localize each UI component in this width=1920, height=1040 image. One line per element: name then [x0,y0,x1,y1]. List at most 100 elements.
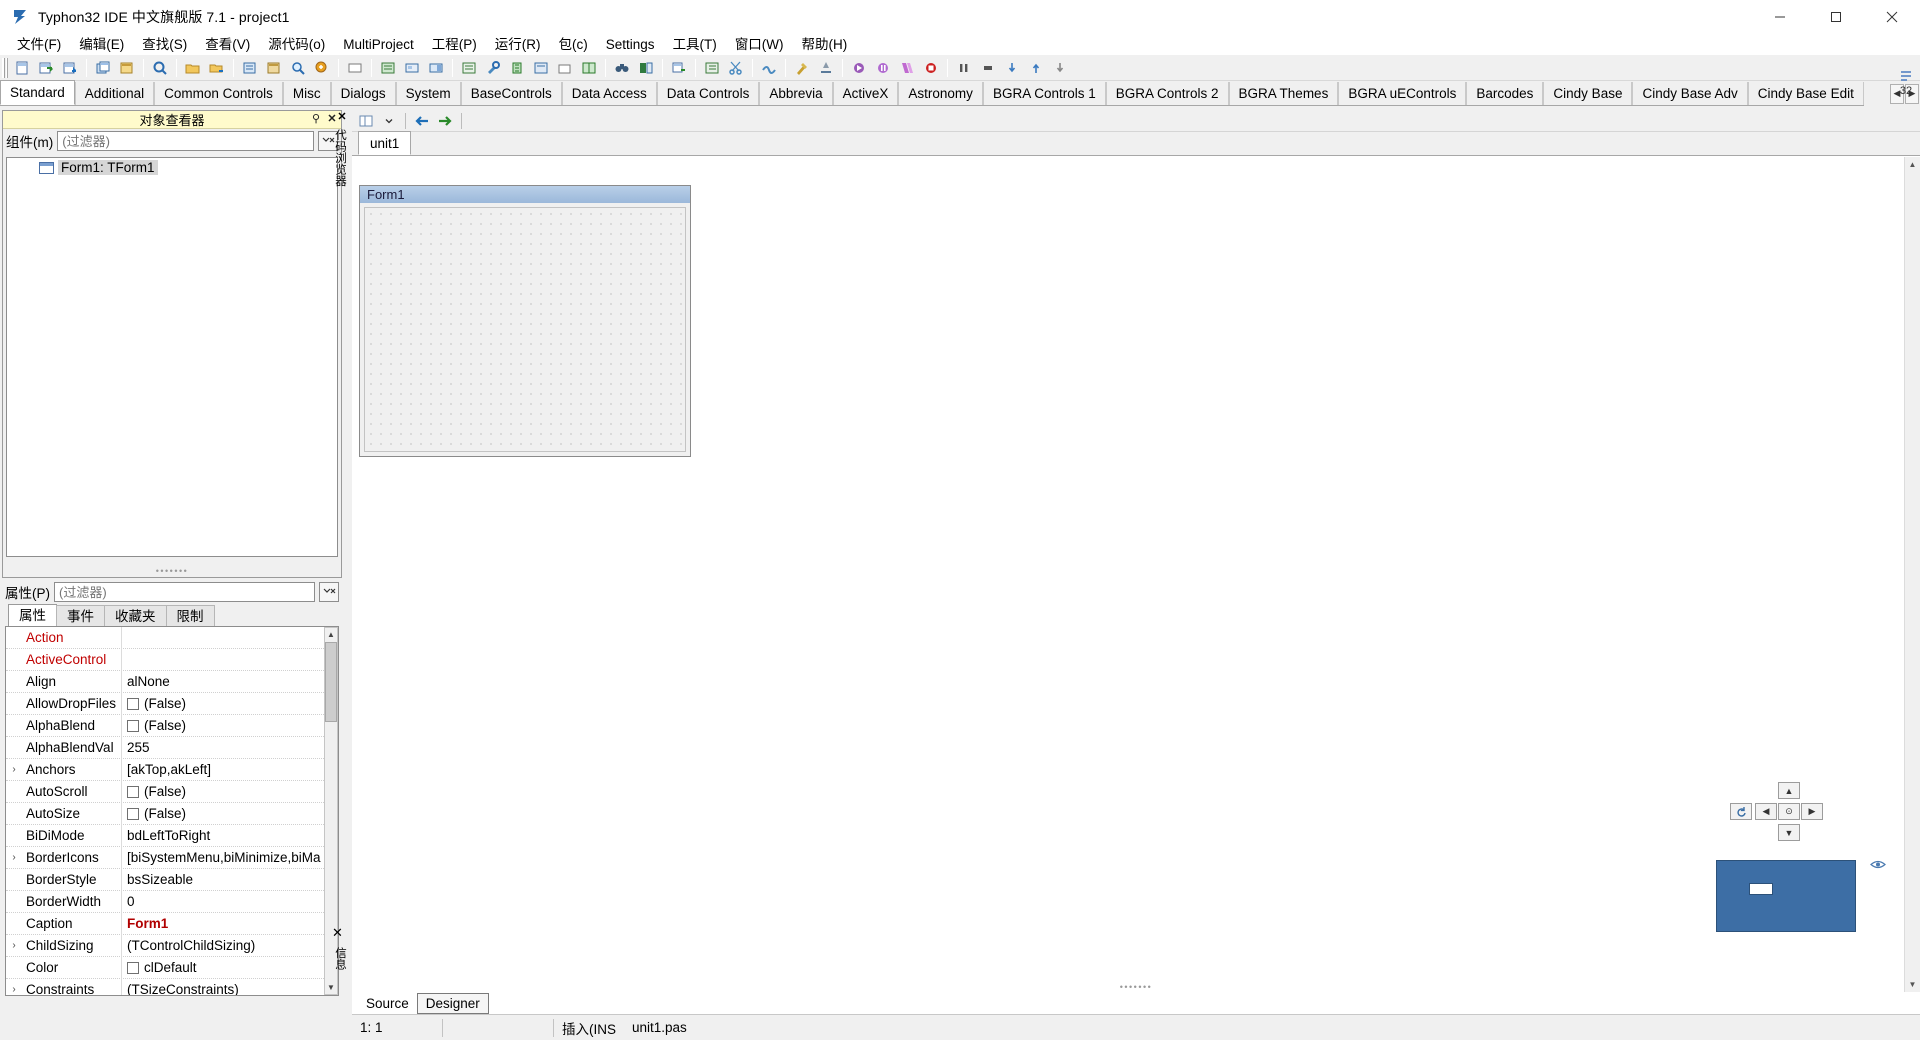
forward-arrow-icon[interactable] [435,111,455,131]
palette-tab-astronomy[interactable]: Astronomy [898,82,983,105]
palette-tab-standard[interactable]: Standard [0,80,75,105]
step-over-icon[interactable] [953,57,975,79]
eye-icon[interactable] [1870,858,1886,872]
property-value[interactable]: 0 [122,894,338,909]
palette-tab-dialogs[interactable]: Dialogs [330,82,396,105]
tab-properties[interactable]: 属性 [8,604,57,626]
palette-tab-bgra-themes[interactable]: BGRA Themes [1228,82,1339,105]
wrench-icon[interactable] [482,57,504,79]
copy-paste-icon[interactable] [668,57,690,79]
open-file-icon[interactable] [35,57,57,79]
designer-rotate-button[interactable] [1730,803,1752,820]
tab-designer[interactable]: Designer [416,992,489,1014]
view-source-icon[interactable] [377,57,399,79]
property-value-cell[interactable]: (False) [122,806,338,821]
find-replace-icon[interactable] [311,57,333,79]
table-row[interactable]: AlphaBlendVal 255 [6,736,338,759]
table-row[interactable]: AutoSize (False) [6,802,338,825]
palette-tab-additional[interactable]: Additional [74,82,155,105]
row-expander[interactable]: › [6,940,22,951]
row-expander[interactable]: › [6,852,22,863]
table-row[interactable]: AutoScroll (False) [6,780,338,803]
view-form-icon[interactable] [401,57,423,79]
close-button[interactable] [1864,0,1920,33]
palette-expand-icon[interactable] [1896,70,1916,85]
step-out-icon[interactable] [1025,57,1047,79]
run-icon[interactable] [848,57,870,79]
new-blank-icon[interactable] [344,57,366,79]
new-file-icon[interactable] [11,57,33,79]
table-row[interactable]: AllowDropFiles (False) [6,692,338,715]
table-row[interactable]: Align alNone [6,670,338,693]
link-icon[interactable] [758,57,780,79]
menu-run[interactable]: 运行(R) [486,34,550,55]
table-row[interactable]: BorderStyle bsSizeable [6,868,338,891]
code-explorer-label[interactable]: 代码浏览器 [332,129,348,187]
checkbox[interactable] [127,697,139,710]
step-icon[interactable] [530,57,552,79]
table-row[interactable]: Caption Form1 [6,912,338,935]
table-row[interactable]: › BorderIcons [biSystemMenu,biMinimize,b… [6,846,338,869]
menu-file[interactable]: 文件(F) [8,34,70,55]
property-value-cell[interactable]: (False) [122,784,338,799]
table-row[interactable]: › ChildSizing (TControlChildSizing) [6,934,338,957]
view-units-icon[interactable] [239,57,261,79]
property-value-cell[interactable]: (False) [122,696,338,711]
scissors-icon[interactable] [725,57,747,79]
close-icon[interactable]: ✕ [332,925,352,941]
palette-tab-common-controls[interactable]: Common Controls [154,82,283,105]
split-view-icon[interactable] [356,111,376,131]
editor-horizontal-splitter[interactable]: ••••••• [352,982,1920,992]
property-value[interactable]: alNone [122,674,338,689]
build-icon[interactable] [815,57,837,79]
compile-icon[interactable] [791,57,813,79]
minimize-button[interactable] [1752,0,1808,33]
menu-project[interactable]: 工程(P) [423,34,486,55]
row-expander[interactable]: › [6,764,22,775]
menu-package[interactable]: 包(c) [550,34,597,55]
pause-run-icon[interactable] [872,57,894,79]
tab-source[interactable]: Source [358,994,417,1013]
checkbox[interactable] [127,961,139,974]
designer-nav-right-button[interactable]: ▶ [1801,803,1823,820]
new-unit-icon[interactable] [92,57,114,79]
designer-nav-left-button[interactable]: ◀ [1755,803,1777,820]
back-arrow-icon[interactable] [412,111,432,131]
menu-window[interactable]: 窗口(W) [726,34,793,55]
inspector-icon[interactable] [458,57,480,79]
run-cursor-icon[interactable] [1049,57,1071,79]
table-row[interactable]: AlphaBlend (False) [6,714,338,737]
scroll-up-icon[interactable]: ▲ [1905,157,1920,172]
close-icon[interactable]: ✕ [332,110,352,123]
binocular-icon[interactable] [611,57,633,79]
palette-tab-bgra-controls-1[interactable]: BGRA Controls 1 [982,82,1106,105]
save-file-icon[interactable] [59,57,81,79]
form-designer-canvas[interactable]: Form1 ▲ ◀ ⊙ ▶ ▼ [352,157,1904,992]
palette-tab-activex[interactable]: ActiveX [832,82,899,105]
menu-help[interactable]: 帮助(H) [793,34,857,55]
debug-icon[interactable] [506,57,528,79]
palette-tab-bgra-controls-2[interactable]: BGRA Controls 2 [1105,82,1229,105]
form-title-bar[interactable]: Form1 [360,186,690,203]
editor-vertical-scrollbar[interactable]: ▲ ▼ [1904,157,1920,992]
property-value[interactable]: bdLeftToRight [122,828,338,843]
checkbox[interactable] [127,719,139,732]
palette-tab-misc[interactable]: Misc [282,82,331,105]
form-client-area[interactable] [364,207,686,452]
palette-tab-barcodes[interactable]: Barcodes [1466,82,1544,105]
open-package-icon[interactable] [182,57,204,79]
properties-filter-input[interactable] [54,582,315,602]
components-filter-input[interactable] [57,131,314,151]
property-value[interactable]: 255 [122,740,338,755]
menu-edit[interactable]: 编辑(E) [70,34,133,55]
property-value[interactable]: bsSizeable [122,872,338,887]
tab-restricted[interactable]: 限制 [165,605,215,626]
tree-node-form1[interactable]: Form1: TForm1 [7,158,337,177]
list-icon[interactable] [701,57,723,79]
property-value[interactable]: (TSizeConstraints) [122,982,338,995]
palette-tab-system[interactable]: System [395,82,461,105]
property-grid[interactable]: Action ActiveControl Align alNone AllowD… [5,626,339,996]
tree-expander-icon[interactable] [25,158,39,177]
menu-multiproject[interactable]: MultiProject [334,34,423,55]
palette-tab-data-controls[interactable]: Data Controls [656,82,760,105]
